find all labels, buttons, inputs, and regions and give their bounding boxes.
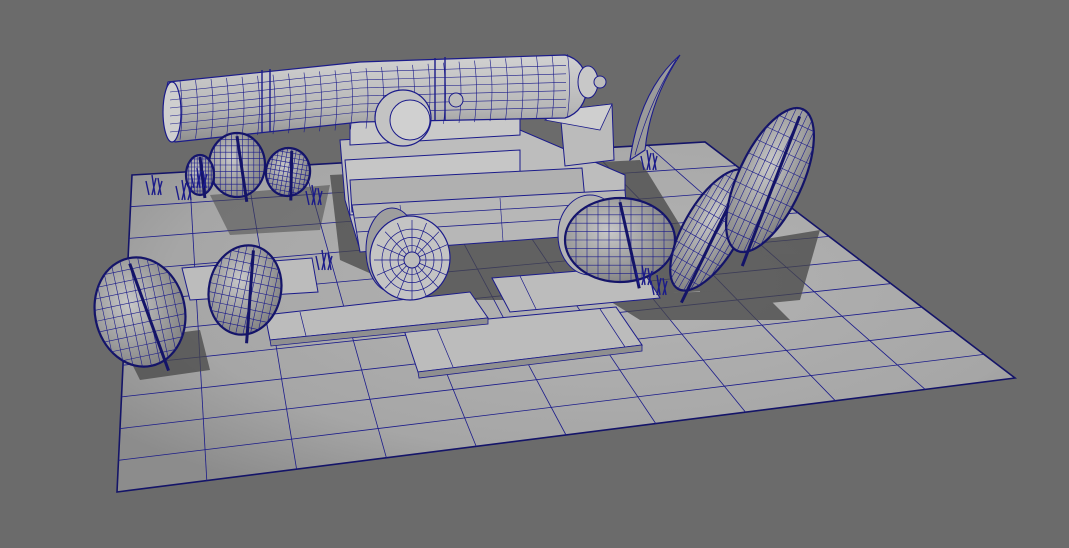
3d-viewport[interactable] <box>0 0 1069 548</box>
viewport-canvas[interactable] <box>0 0 1069 548</box>
